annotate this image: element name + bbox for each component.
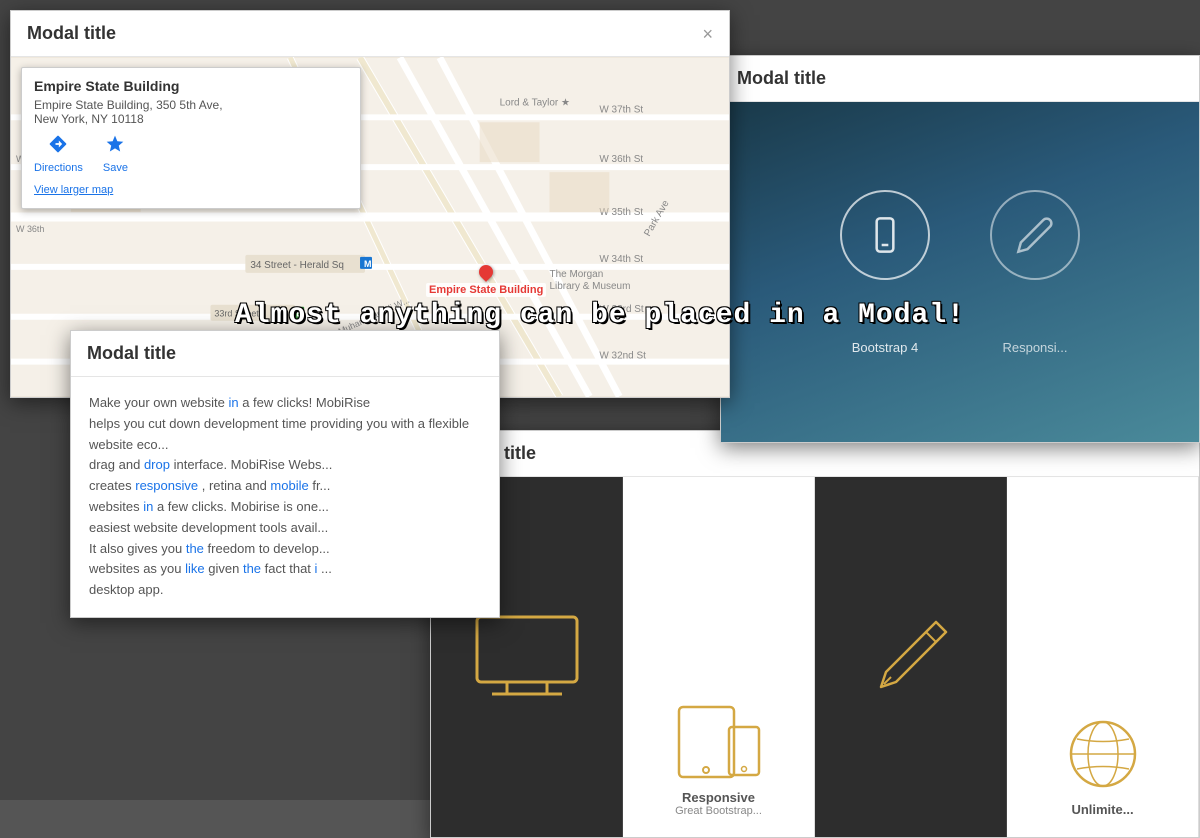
star-icon (105, 134, 125, 160)
responsive-icon-circle (990, 190, 1080, 280)
monitor-icon (472, 612, 582, 702)
map-pin-label: Empire State Building (426, 283, 546, 297)
modal-text-title: Modal title (87, 343, 176, 364)
svg-text:M: M (364, 259, 371, 269)
map-info-popup: Empire State Building Empire State Build… (21, 67, 361, 209)
svg-text:33rd Street: 33rd Street (214, 309, 259, 319)
modal-image: Modal title Bootstrap 4 Responsi... (720, 55, 1200, 443)
card-pencil (815, 477, 1007, 837)
card-responsive: Responsive Great Bootstrap... (623, 477, 815, 837)
text-drop-link[interactable]: drop (144, 457, 170, 472)
popup-actions: Directions Save (34, 134, 348, 174)
map-pin: Empire State Building (426, 265, 546, 297)
popup-address: Empire State Building, 350 5th Ave,New Y… (34, 98, 348, 126)
text-interface: interface. MobiRise Webs... (174, 457, 333, 472)
svg-text:W 32nd St: W 32nd St (599, 351, 646, 362)
text-helps: helps you cut down development time (89, 416, 310, 431)
save-place-button[interactable]: Save (103, 134, 128, 174)
modal-map-title: Modal title (27, 23, 116, 44)
modal-cards-body: Responsive Great Bootstrap... Unlimite.. (431, 477, 1199, 837)
svg-text:34 Street - Herald Sq: 34 Street - Herald Sq (250, 260, 344, 271)
text-like-link[interactable]: like (185, 561, 205, 576)
svg-text:Library & Museum: Library & Museum (549, 281, 630, 292)
bootstrap-icon-circle (840, 190, 930, 280)
modal-map-close-button[interactable]: × (702, 25, 713, 43)
modal-cards: Modal title Responsive Great Bootstrap. (430, 430, 1200, 838)
text-in2-link[interactable]: in (143, 499, 153, 514)
text-it-link[interactable]: i (315, 561, 318, 576)
text-dots: ... (321, 561, 332, 576)
save-label: Save (103, 162, 128, 174)
svg-text:Lord & Taylor ★: Lord & Taylor ★ (500, 97, 570, 108)
modal-image-header: Modal title (721, 56, 1199, 102)
text-the-link[interactable]: the (186, 541, 204, 556)
globe-card-label: Unlimite... (1071, 802, 1133, 817)
text-websites: websites (89, 499, 143, 514)
modal-image-body: Bootstrap 4 Responsi... (721, 102, 1199, 442)
pencil-icon (866, 612, 956, 702)
responsive-label: Responsi... (1002, 340, 1067, 355)
svg-text:W 37th St: W 37th St (599, 104, 643, 115)
text-retina: , retina and (202, 478, 271, 493)
text-responsive-link[interactable]: responsive (135, 478, 198, 493)
text-drag: drag and (89, 457, 144, 472)
view-larger-map-link[interactable]: View larger map (34, 184, 113, 196)
text-desktop: desktop app. (89, 582, 163, 597)
svg-text:The Morgan: The Morgan (549, 269, 603, 280)
text-make: Make your own website (89, 395, 228, 410)
popup-title: Empire State Building (34, 78, 348, 94)
modal-text-header: Modal title (71, 331, 499, 377)
svg-text:W 33rd St: W 33rd St (599, 304, 644, 315)
text-in-link[interactable]: in (228, 395, 238, 410)
text-freedom: freedom to develop... (208, 541, 330, 556)
text-websites2: websites as you (89, 561, 185, 576)
bootstrap4-label: Bootstrap 4 (852, 340, 919, 355)
text-clicks: a few clicks! MobiRise (242, 395, 370, 410)
directions-label: Directions (34, 162, 83, 174)
directions-button[interactable]: Directions (34, 134, 83, 174)
modal-text: Modal title Make your own website in a f… (70, 330, 500, 618)
text-mobile-link[interactable]: mobile (270, 478, 308, 493)
modal-map-header: Modal title × (11, 11, 729, 57)
text-creates: creates (89, 478, 135, 493)
responsive-card-label: Responsive (682, 790, 755, 805)
text-given: given (208, 561, 243, 576)
card-globe: Unlimite... (1007, 477, 1199, 837)
directions-icon (48, 134, 68, 160)
text-fewclicks2: a few clicks. Mobirise is one... (157, 499, 329, 514)
text-easiest: easiest website development tools avail.… (89, 520, 328, 535)
text-fact: fact that (265, 561, 315, 576)
text-the2-link[interactable]: the (243, 561, 261, 576)
svg-text:W 36th: W 36th (16, 224, 44, 234)
globe-icon (1063, 714, 1143, 794)
modal-text-body: Make your own website in a few clicks! M… (71, 377, 499, 617)
map-pin-dot (476, 262, 496, 282)
modal-image-title: Modal title (737, 68, 826, 89)
responsive-icon (674, 702, 764, 782)
responsive-card-sublabel: Great Bootstrap... (675, 805, 762, 817)
svg-text:B: B (296, 309, 303, 319)
text-italso: It also gives you (89, 541, 186, 556)
svg-text:W 36th St: W 36th St (599, 154, 643, 165)
text-fr: fr... (312, 478, 330, 493)
svg-text:W 34th St: W 34th St (599, 254, 643, 265)
